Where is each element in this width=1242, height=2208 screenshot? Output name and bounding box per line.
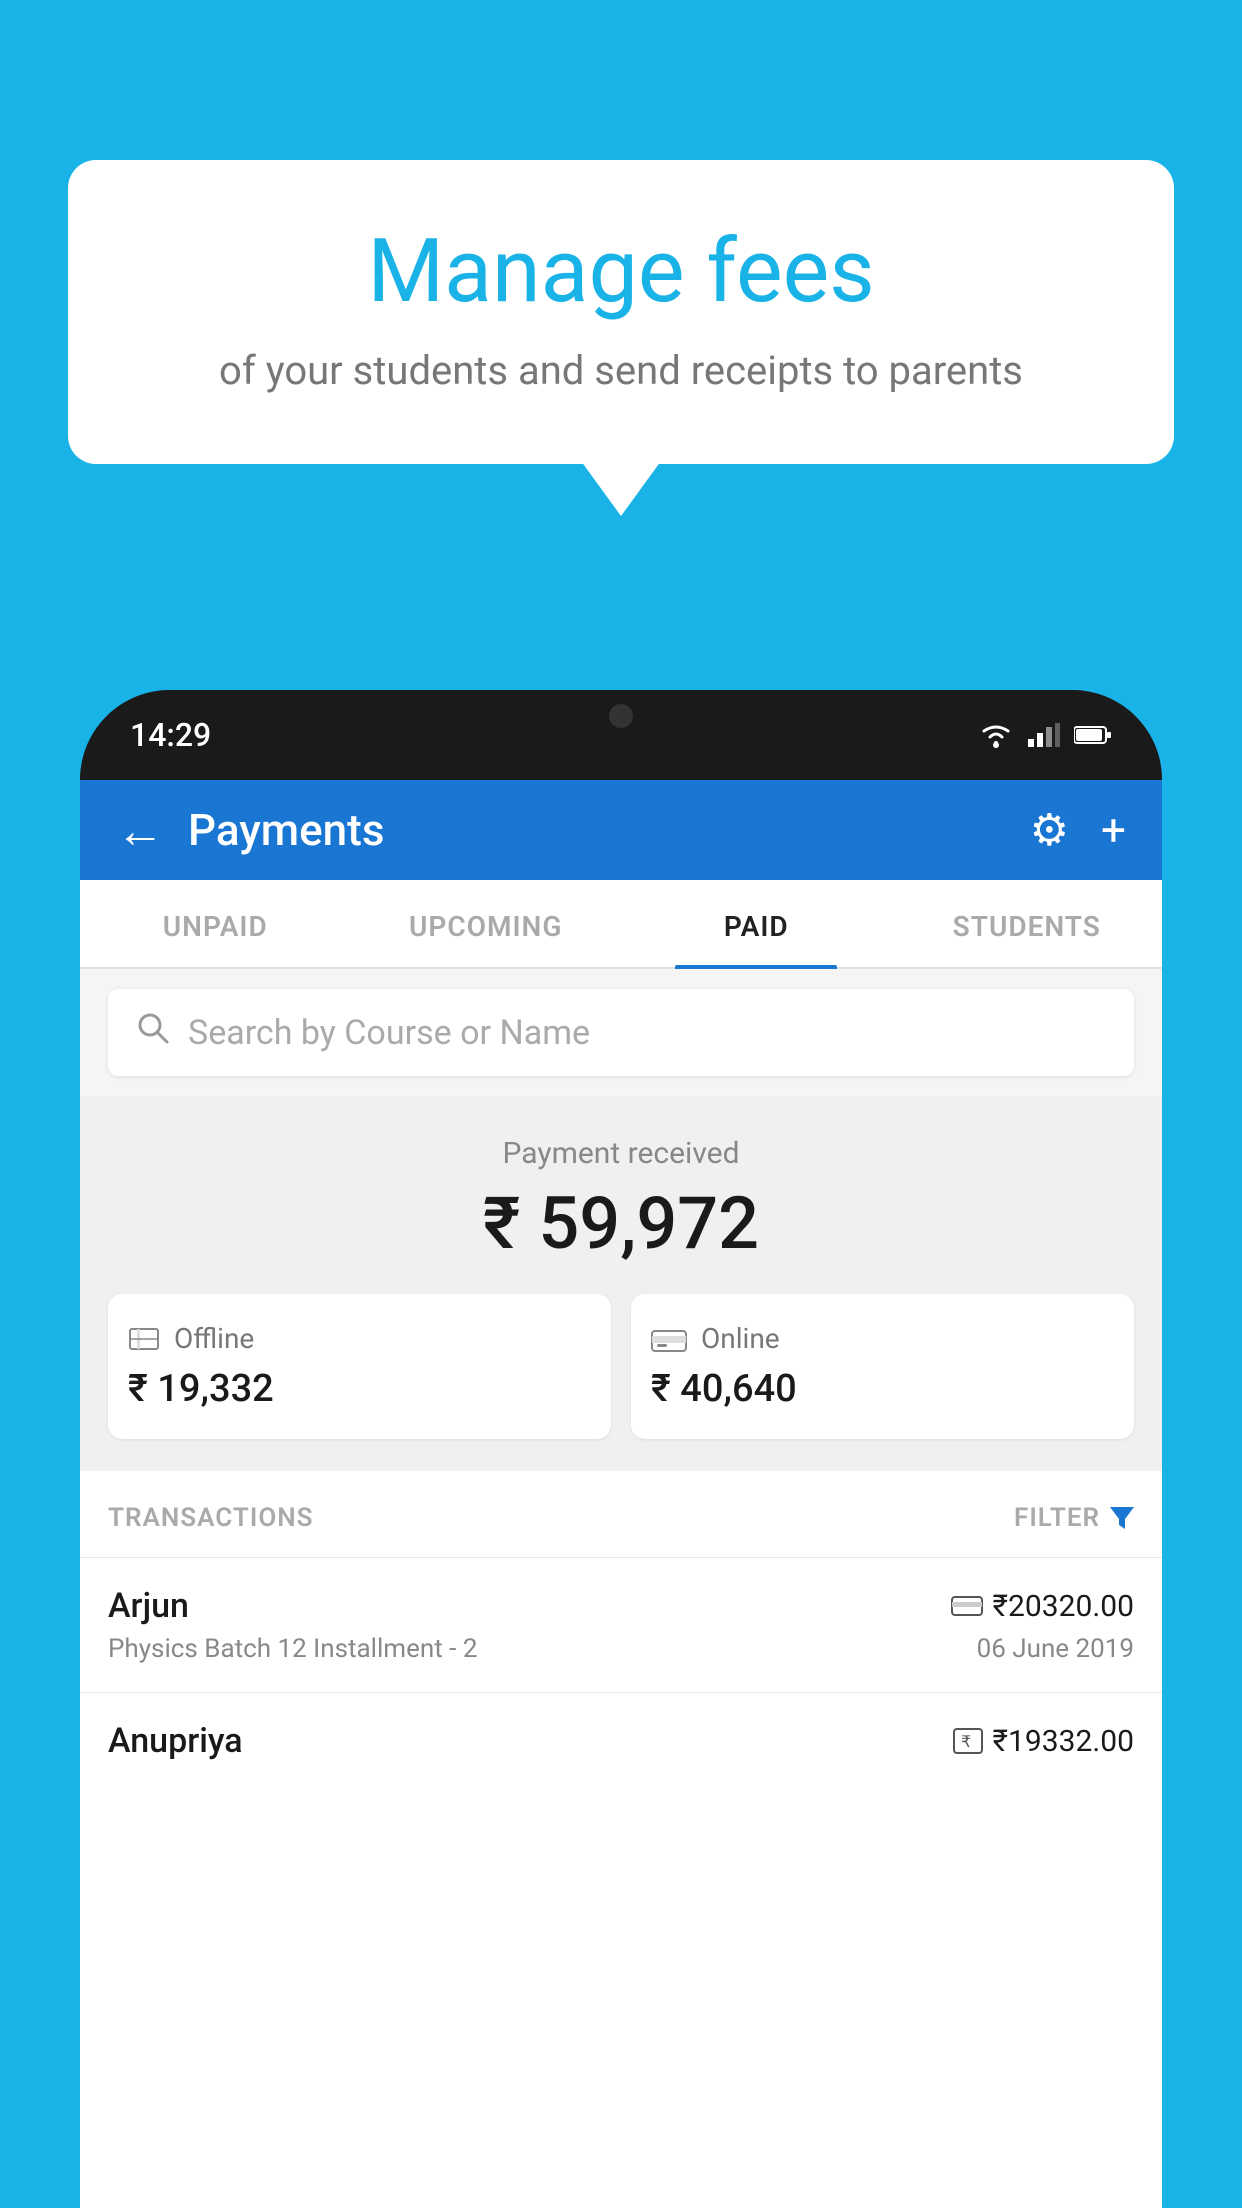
transaction-amount: ₹ ₹19332.00	[953, 1724, 1134, 1759]
tab-paid[interactable]: PAID	[621, 880, 892, 967]
search-bar[interactable]: Search by Course or Name	[108, 989, 1134, 1076]
summary-label: Payment received	[108, 1136, 1134, 1171]
header-actions: ⚙ +	[1030, 804, 1126, 856]
phone-frame: 14:29	[80, 690, 1162, 2208]
summary-cards: Offline ₹ 19,332 Online ₹ 40,640	[108, 1294, 1134, 1439]
add-icon[interactable]: +	[1101, 804, 1126, 856]
transaction-name: Arjun	[108, 1586, 189, 1626]
status-bar: 14:29	[80, 690, 1162, 780]
transaction-amount-value: ₹19332.00	[993, 1724, 1134, 1759]
transactions-header: TRANSACTIONS FILTER	[80, 1471, 1162, 1557]
tab-unpaid[interactable]: UNPAID	[80, 880, 351, 967]
status-icons	[978, 721, 1112, 749]
transaction-name: Anupriya	[108, 1721, 243, 1761]
summary-amount: ₹ 59,972	[108, 1181, 1134, 1266]
filter-label: FILTER	[1014, 1503, 1100, 1533]
transaction-date: 06 June 2019	[977, 1634, 1134, 1664]
online-header: Online	[651, 1322, 780, 1355]
tabs-bar: UNPAID UPCOMING PAID STUDENTS	[80, 880, 1162, 969]
app-content: ← Payments ⚙ + UNPAID UPCOMING PAID STUD…	[80, 780, 1162, 2208]
transaction-row-bottom: Physics Batch 12 Installment - 2 06 June…	[108, 1634, 1134, 1664]
offline-header: Offline	[128, 1322, 254, 1355]
online-label: Online	[701, 1322, 780, 1355]
filter-icon	[1110, 1507, 1134, 1529]
summary-section: Payment received ₹ 59,972 Offline ₹ 19,3…	[80, 1096, 1162, 1471]
rupee-icon: ₹	[953, 1727, 983, 1755]
online-card: Online ₹ 40,640	[631, 1294, 1134, 1439]
tab-upcoming[interactable]: UPCOMING	[351, 880, 622, 967]
signal-icon	[1028, 723, 1060, 747]
page-title: Payments	[188, 804, 1030, 856]
camera	[609, 704, 633, 728]
transactions-label: TRANSACTIONS	[108, 1503, 314, 1533]
transaction-row[interactable]: Arjun ₹20320.00 Physics Batch 12 Install…	[80, 1557, 1162, 1692]
online-icon	[651, 1326, 687, 1352]
bubble-title: Manage fees	[118, 220, 1124, 323]
app-header: ← Payments ⚙ +	[80, 780, 1162, 880]
offline-amount: ₹ 19,332	[128, 1367, 274, 1411]
offline-card: Offline ₹ 19,332	[108, 1294, 611, 1439]
transaction-course: Physics Batch 12 Installment - 2	[108, 1634, 477, 1664]
transaction-row-top: Anupriya ₹ ₹19332.00	[108, 1721, 1134, 1761]
search-placeholder: Search by Course or Name	[188, 1013, 590, 1053]
search-icon	[136, 1011, 170, 1054]
svg-text:₹: ₹	[961, 1734, 971, 1751]
filter-button[interactable]: FILTER	[1014, 1503, 1134, 1533]
bubble-subtitle: of your students and send receipts to pa…	[118, 347, 1124, 394]
credit-card-icon	[951, 1595, 983, 1617]
tab-students[interactable]: STUDENTS	[892, 880, 1163, 967]
transaction-amount-value: ₹20320.00	[993, 1589, 1134, 1624]
settings-icon[interactable]: ⚙	[1030, 804, 1069, 856]
back-button[interactable]: ←	[116, 802, 164, 859]
wifi-icon	[978, 721, 1014, 749]
phone-notch	[541, 690, 701, 742]
transaction-row-top: Arjun ₹20320.00	[108, 1586, 1134, 1626]
transaction-amount: ₹20320.00	[951, 1589, 1134, 1624]
online-amount: ₹ 40,640	[651, 1367, 797, 1411]
search-container: Search by Course or Name	[80, 969, 1162, 1096]
offline-icon	[128, 1325, 160, 1353]
speech-bubble: Manage fees of your students and send re…	[68, 160, 1174, 464]
battery-icon	[1074, 725, 1112, 745]
status-time: 14:29	[130, 716, 211, 754]
offline-label: Offline	[174, 1322, 254, 1355]
transaction-row[interactable]: Anupriya ₹ ₹19332.00	[80, 1692, 1162, 1797]
